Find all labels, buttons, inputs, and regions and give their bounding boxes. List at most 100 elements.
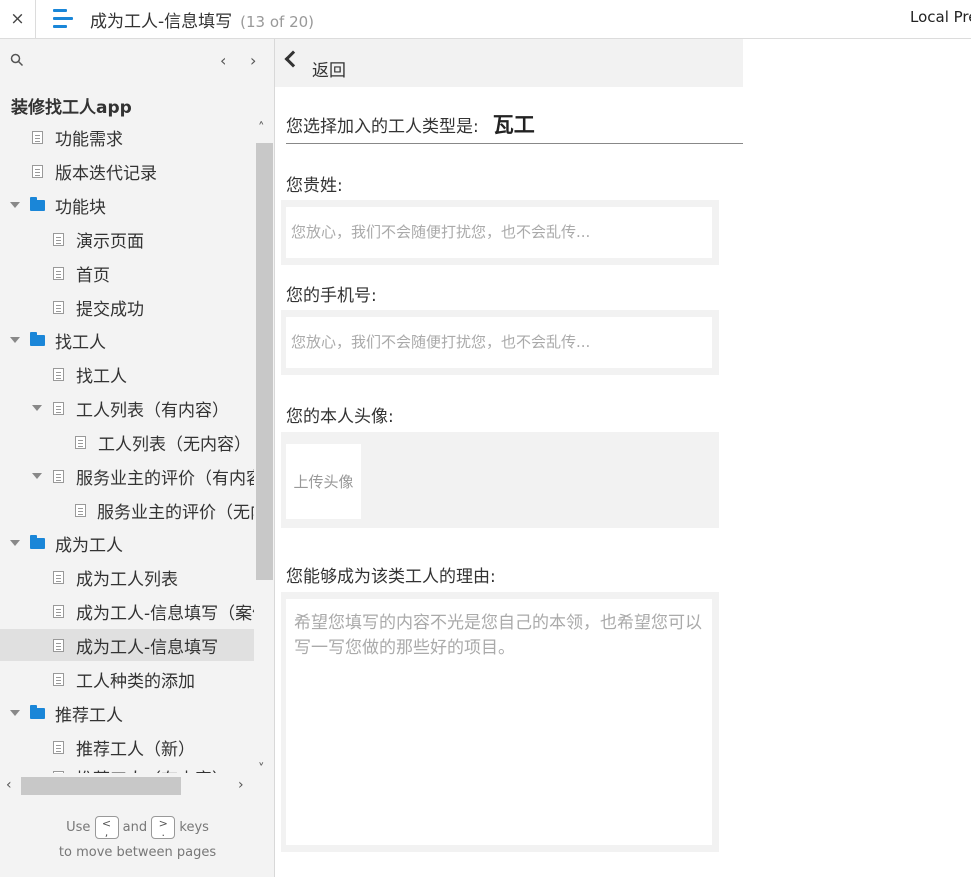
worker-type-value: 瓦工 — [492, 113, 535, 137]
document-icon — [75, 503, 86, 517]
folder-icon — [30, 534, 45, 549]
folder-icon — [30, 196, 45, 211]
tree-item[interactable]: 成为工人-信息填写（案例） — [0, 595, 254, 627]
tree-item[interactable]: 首页 — [0, 257, 254, 289]
document-icon — [32, 130, 43, 144]
document-icon — [53, 266, 64, 280]
tree-item[interactable]: 推荐工人（有内容） — [0, 761, 254, 773]
document-icon — [53, 232, 64, 246]
page-title: 成为工人-信息填写 (13 of 20) — [90, 7, 314, 32]
chevron-right-icon[interactable]: › — [250, 51, 256, 70]
horizontal-scrollbar[interactable]: ‹ › — [0, 775, 254, 797]
upload-avatar-button[interactable]: 上传头像 — [286, 444, 361, 519]
document-icon — [53, 469, 64, 483]
tree-item[interactable]: 服务业主的评价（有内容） — [0, 460, 254, 492]
local-preview-label[interactable]: Local Pre — [910, 8, 971, 26]
tree-item-label: 推荐工人 — [55, 705, 123, 726]
folder-icon — [30, 704, 45, 719]
document-icon — [53, 672, 64, 686]
worker-type-row: 您选择加入的工人类型是: 瓦工 — [286, 109, 743, 144]
tree-item[interactable]: 找工人 — [0, 358, 254, 390]
page-count: (13 of 20) — [240, 13, 315, 31]
tree-item-label: 演示页面 — [76, 231, 144, 252]
scroll-left-icon[interactable]: ‹ — [6, 777, 12, 793]
avatar-upload-frame: 上传头像 — [281, 432, 719, 528]
document-icon — [53, 570, 64, 584]
tree-item[interactable]: 工人列表（无内容） — [0, 426, 254, 458]
tree-item-label: 成为工人列表 — [76, 569, 178, 590]
document-icon — [53, 604, 64, 618]
tree-item-label: 提交成功 — [76, 299, 144, 320]
back-label: 返回 — [312, 61, 346, 81]
name-field[interactable]: 您放心，我们不会随便打扰您，也不会乱传... — [286, 207, 712, 258]
keyboard-hint: Use <, and >. keys to move between pages — [0, 815, 274, 865]
tree-item[interactable]: 演示页面 — [0, 223, 254, 255]
caret-down-icon[interactable] — [32, 405, 42, 411]
scroll-down-icon[interactable]: ˅ — [258, 762, 265, 777]
tree-item-label: 功能块 — [55, 197, 106, 218]
chevron-left-icon[interactable]: ‹ — [220, 51, 226, 70]
caret-down-icon[interactable] — [10, 710, 20, 716]
tree-folder[interactable]: 找工人 — [0, 324, 254, 356]
vertical-scrollbar[interactable]: ˄ ˅ — [254, 121, 274, 777]
name-label: 您贵姓: — [286, 176, 343, 196]
next-key-icon: >. — [151, 816, 176, 839]
document-icon — [53, 401, 64, 415]
hint-use: Use — [66, 820, 91, 835]
caret-down-icon[interactable] — [32, 473, 42, 479]
phone-field-frame: 您放心，我们不会随便打扰您，也不会乱传... — [281, 310, 719, 375]
tree-item[interactable]: 推荐工人（新） — [0, 731, 254, 763]
tree-item[interactable]: 工人列表（有内容） — [0, 392, 254, 424]
prev-key-icon: <, — [94, 816, 119, 839]
search-icon[interactable] — [10, 53, 24, 67]
tree-item[interactable]: 提交成功 — [0, 291, 254, 323]
document-icon — [53, 638, 64, 652]
hint-line-2: to move between pages — [58, 845, 217, 860]
caret-down-icon[interactable] — [10, 337, 20, 343]
tree-item-label: 推荐工人（新） — [76, 739, 195, 760]
tree-folder[interactable]: 功能块 — [0, 189, 254, 221]
vertical-scroll-thumb[interactable] — [256, 143, 273, 580]
tree-item[interactable]: 成为工人列表 — [0, 561, 254, 593]
tree-item-label: 工人列表（有内容） — [76, 400, 229, 421]
prototype-canvas: 返回 您选择加入的工人类型是: 瓦工 您贵姓: 您放心，我们不会随便打扰您，也不会… — [275, 39, 971, 877]
tree-item-label: 找工人 — [76, 366, 127, 387]
tree-item[interactable]: 版本迭代记录 — [0, 155, 254, 187]
tree-item-label: 服务业主的评价（有内容） — [76, 468, 254, 489]
page-title-text: 成为工人-信息填写 — [90, 12, 233, 32]
avatar-label: 您的本人头像: — [286, 407, 394, 427]
reason-textarea[interactable]: 希望您填写的内容不光是您自己的本领，也希望您可以写一写您做的那些好的项目。 — [286, 599, 712, 845]
tree-item-label: 工人列表（无内容） — [98, 434, 251, 455]
hint-keys: keys — [179, 820, 209, 835]
tree-item[interactable]: 工人种类的添加 — [0, 663, 254, 695]
tree-item-label: 功能需求 — [55, 129, 123, 150]
tree-item-label: 推荐工人（有内容） — [76, 765, 229, 774]
worker-type-label: 您选择加入的工人类型是: — [286, 117, 479, 137]
reason-field-frame: 希望您填写的内容不光是您自己的本领，也希望您可以写一写您做的那些好的项目。 — [281, 592, 719, 852]
tree-item[interactable]: 功能需求 — [0, 121, 254, 153]
sidebar: ‹ › 装修找工人app 功能需求 版本迭代记录 功能块 演示页面 首页 提交成… — [0, 39, 275, 877]
horizontal-scroll-thumb[interactable] — [21, 777, 181, 795]
tree-item-selected[interactable]: 成为工人-信息填写 — [0, 629, 254, 661]
phone-label: 您的手机号: — [286, 286, 377, 306]
tree-item[interactable]: 服务业主的评价（无内容） — [0, 494, 254, 526]
document-icon — [53, 740, 64, 754]
caret-down-icon[interactable] — [10, 202, 20, 208]
back-button[interactable]: 返回 — [275, 39, 743, 87]
tree-folder[interactable]: 推荐工人 — [0, 697, 254, 729]
name-field-frame: 您放心，我们不会随便打扰您，也不会乱传... — [281, 200, 719, 265]
tree-item-label: 首页 — [76, 265, 110, 286]
document-icon — [53, 300, 64, 314]
caret-down-icon[interactable] — [10, 540, 20, 546]
tree-item-label: 版本迭代记录 — [55, 163, 157, 184]
scroll-up-icon[interactable]: ˄ — [258, 121, 265, 136]
scroll-right-icon[interactable]: › — [238, 777, 244, 793]
chevron-left-icon — [284, 50, 302, 68]
tree-item-label: 找工人 — [55, 332, 106, 353]
menu-icon[interactable] — [50, 6, 76, 32]
close-icon[interactable]: × — [0, 0, 36, 38]
phone-field[interactable]: 您放心，我们不会随便打扰您，也不会乱传... — [286, 317, 712, 368]
tree-folder[interactable]: 成为工人 — [0, 527, 254, 559]
tree-item-label: 成为工人 — [55, 535, 123, 556]
tree-item-label: 成为工人-信息填写（案例） — [76, 603, 254, 624]
